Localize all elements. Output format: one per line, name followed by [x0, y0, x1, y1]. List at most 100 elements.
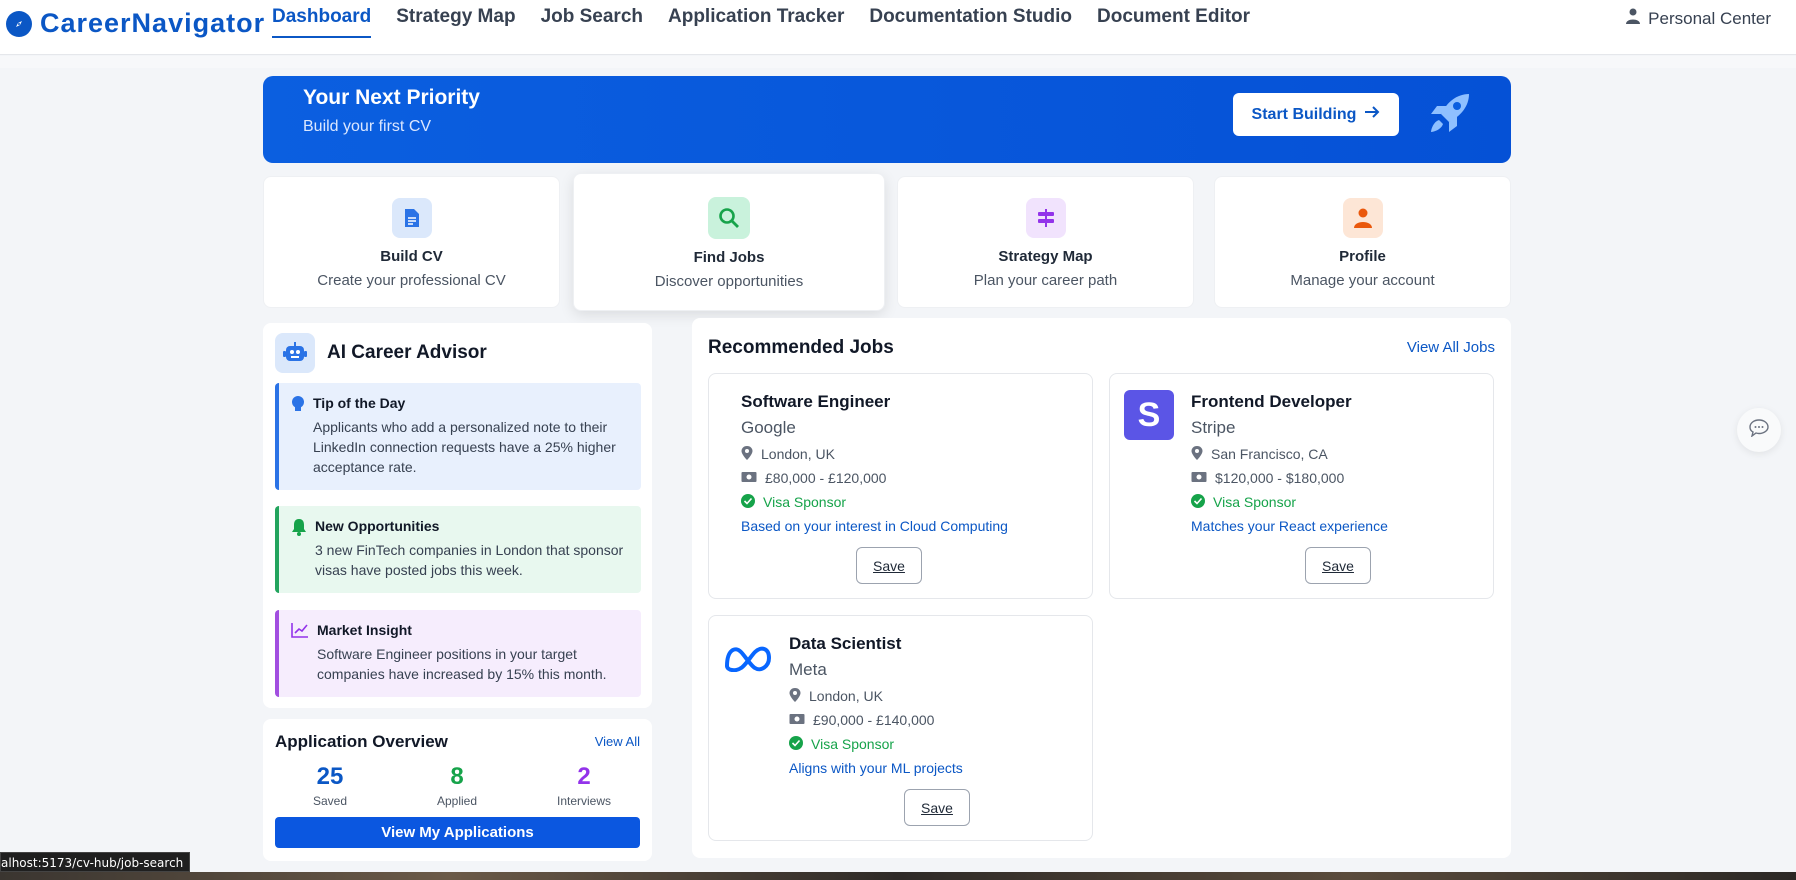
view-my-applications-button[interactable]: View My Applications: [275, 817, 640, 848]
background-strip: [0, 872, 1796, 880]
job-salary: $120,000 - $180,000: [1191, 470, 1388, 486]
quick-card-title: Build CV: [380, 248, 443, 265]
search-icon: [708, 197, 750, 239]
nav-dashboard[interactable]: Dashboard: [272, 6, 372, 38]
start-building-button[interactable]: Start Building: [1233, 93, 1399, 136]
quick-card-subtitle: Plan your career path: [973, 272, 1118, 289]
application-overview-panel: Application Overview View All 25 Saved 8…: [263, 719, 652, 861]
nav-application-tracker[interactable]: Application Tracker: [668, 6, 844, 38]
status-bar-url: alhost:5173/cv-hub/job-search: [0, 852, 191, 872]
job-card-software-engineer[interactable]: Software Engineer Google London, UK £80,…: [708, 373, 1093, 599]
quick-card-subtitle: Manage your account: [1290, 272, 1435, 289]
tip-body: Software Engineer positions in your targ…: [317, 646, 607, 682]
job-salary: £80,000 - £120,000: [741, 470, 1008, 486]
save-job-button[interactable]: Save: [856, 547, 922, 584]
stat-value: 8: [450, 763, 464, 790]
money-icon: [789, 712, 805, 728]
check-circle-icon: [789, 735, 803, 753]
quick-card-title: Find Jobs: [693, 249, 765, 266]
sponsor-text: Visa Sponsor: [763, 494, 847, 510]
quick-card-build-cv[interactable]: Build CV Create your professional CV: [263, 176, 560, 308]
lightbulb-icon: [291, 395, 305, 478]
market-insight: Market Insight Software Engineer positio…: [275, 610, 641, 697]
salary-text: £80,000 - £120,000: [765, 470, 887, 486]
job-card-data-scientist[interactable]: Data Scientist Meta London, UK £90,000 -…: [708, 615, 1093, 841]
main-nav: Dashboard Strategy Map Job Search Applic…: [272, 6, 1250, 38]
job-title: Software Engineer: [741, 392, 891, 411]
quick-card-title: Strategy Map: [998, 248, 1093, 265]
quick-card-subtitle: Create your professional CV: [317, 272, 506, 289]
new-opportunities: New Opportunities 3 new FinTech companie…: [275, 506, 641, 593]
check-circle-icon: [741, 493, 755, 511]
user-icon: [1626, 8, 1641, 29]
job-company: Meta: [789, 660, 827, 679]
quick-card-strategy-map[interactable]: Strategy Map Plan your career path: [897, 176, 1194, 308]
salary-text: $120,000 - $180,000: [1215, 470, 1345, 486]
stat-saved: 25 Saved: [270, 763, 390, 808]
view-all-jobs-link[interactable]: View All Jobs: [1407, 339, 1495, 356]
ai-career-advisor-panel: AI Career Advisor Tip of the Day Applica…: [263, 323, 652, 708]
location-text: San Francisco, CA: [1211, 446, 1328, 462]
stat-value: 2: [577, 763, 591, 790]
chat-bubble-button[interactable]: [1737, 408, 1781, 452]
quick-card-profile[interactable]: Profile Manage your account: [1214, 176, 1511, 308]
top-navbar: CareerNavigator Dashboard Strategy Map J…: [0, 0, 1796, 55]
quick-card-find-jobs[interactable]: Find Jobs Discover opportunities: [573, 173, 885, 311]
view-all-link[interactable]: View All: [595, 734, 640, 749]
bell-icon: [291, 518, 307, 581]
stat-value: 25: [316, 763, 344, 790]
document-icon: [391, 198, 432, 238]
banner-subtitle: Build your first CV: [303, 118, 432, 135]
job-visa-sponsor: Visa Sponsor: [789, 735, 963, 753]
advisor-title: AI Career Advisor: [327, 342, 487, 363]
job-details: Frontend Developer Stripe San Francisco,…: [1191, 392, 1388, 534]
job-salary: £90,000 - £140,000: [789, 712, 963, 728]
arrow-right-icon: [1364, 105, 1380, 124]
tip-title: Tip of the Day: [313, 395, 406, 411]
job-details: Software Engineer Google London, UK £80,…: [741, 392, 1008, 534]
job-match-reason: Based on your interest in Cloud Computin…: [741, 518, 1008, 534]
save-job-button[interactable]: Save: [1305, 547, 1371, 584]
signpost-icon: [1025, 198, 1066, 238]
advisor-header: AI Career Advisor: [275, 333, 487, 373]
salary-text: £90,000 - £140,000: [813, 712, 935, 728]
location-pin-icon: [741, 445, 753, 463]
trend-chart-icon: [291, 622, 309, 685]
meta-logo: [723, 632, 773, 682]
stat-label: Interviews: [556, 794, 612, 808]
nav-document-editor[interactable]: Document Editor: [1097, 6, 1250, 38]
chat-icon: [1749, 418, 1769, 442]
tip-title: Market Insight: [317, 622, 412, 638]
nav-job-search[interactable]: Job Search: [541, 6, 643, 38]
job-card-frontend-developer[interactable]: S Frontend Developer Stripe San Francisc…: [1109, 373, 1494, 599]
nav-strategy-map[interactable]: Strategy Map: [396, 6, 515, 38]
job-location: London, UK: [741, 445, 1008, 463]
user-icon: [1342, 198, 1383, 238]
save-job-button[interactable]: Save: [904, 789, 970, 826]
stripe-logo: S: [1124, 390, 1174, 440]
job-location: London, UK: [789, 687, 963, 705]
stat-label: Applied: [436, 794, 478, 808]
nav-documentation-studio[interactable]: Documentation Studio: [869, 6, 1072, 38]
sponsor-text: Visa Sponsor: [1213, 494, 1297, 510]
robot-icon: [275, 333, 315, 373]
banner-title: Your Next Priority: [303, 86, 480, 109]
brand[interactable]: CareerNavigator: [6, 8, 265, 39]
stat-applied: 8 Applied: [397, 763, 517, 808]
quick-card-title: Profile: [1339, 248, 1386, 265]
personal-center-link[interactable]: Personal Center: [1626, 8, 1771, 29]
header-divider: [0, 56, 1796, 68]
priority-banner: Your Next Priority Build your first CV S…: [263, 76, 1511, 163]
job-match-reason: Aligns with your ML projects: [789, 760, 963, 776]
start-building-label: Start Building: [1251, 105, 1357, 123]
job-company: Google: [741, 418, 796, 437]
quick-card-subtitle: Discover opportunities: [654, 273, 804, 290]
tip-body: Applicants who add a personalized note t…: [313, 419, 616, 475]
job-title: Data Scientist: [789, 634, 902, 653]
location-text: London, UK: [761, 446, 835, 462]
job-company: Stripe: [1191, 418, 1236, 437]
location-pin-icon: [789, 687, 801, 705]
stripe-logo-letter: S: [1137, 395, 1161, 434]
sponsor-text: Visa Sponsor: [811, 736, 895, 752]
location-pin-icon: [1191, 445, 1203, 463]
